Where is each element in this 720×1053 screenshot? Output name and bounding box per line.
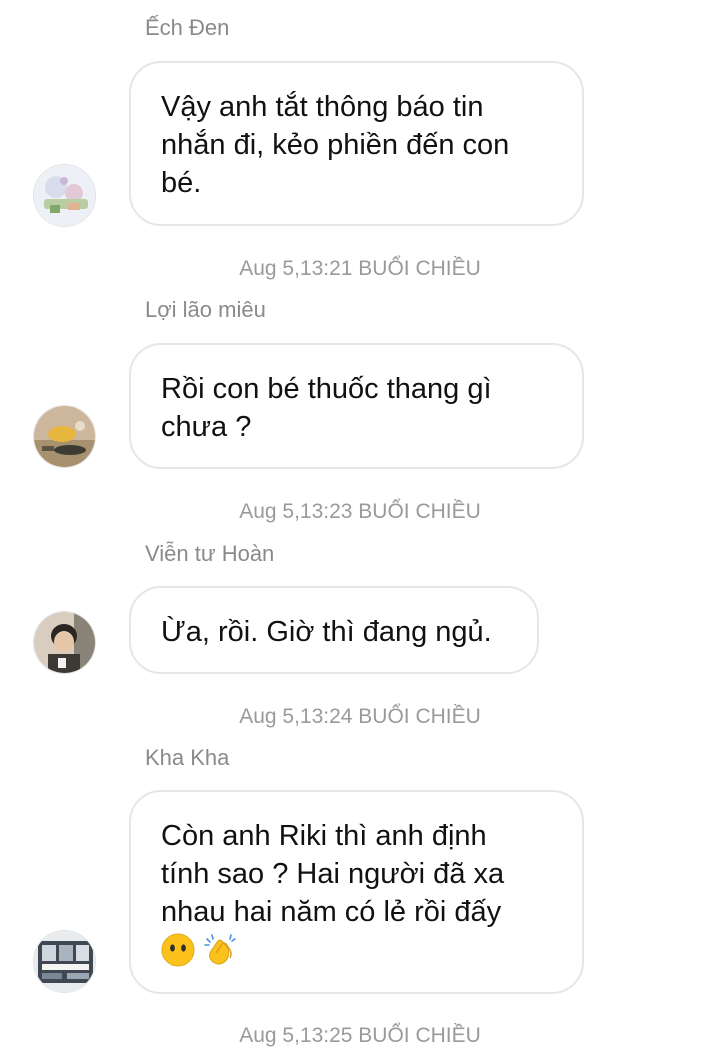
message-text: Ừa, rồi. Giờ thì đang ngủ. [161, 616, 492, 648]
message-bubble[interactable]: Rồi con bé thuốc thang gì chưa ? [129, 343, 584, 469]
message-timestamp: Aug 5,13:23 BUỔI CHIỀU [239, 500, 481, 523]
avatar[interactable] [33, 611, 96, 674]
avatar-ech-den [34, 165, 95, 226]
emoji-row [161, 933, 552, 967]
avatar-vien-tu-hoan [34, 612, 95, 673]
message-timestamp: Aug 5,13:24 BUỔI CHIỀU [239, 705, 481, 728]
avatar-kha-kha [34, 931, 95, 992]
avatar[interactable] [33, 164, 96, 227]
sender-name: Ếch Đen [145, 15, 230, 40]
message-timestamp: Aug 5,13:21 BUỔI CHIỀU [239, 257, 481, 280]
sender-name: Viễn tư Hoàn [145, 541, 275, 566]
message-bubble[interactable]: Ừa, rồi. Giờ thì đang ngủ. [129, 586, 539, 674]
message-bubble[interactable]: Còn anh Riki thì anh định tính sao ? Hai… [129, 790, 584, 994]
avatar-loi-lao-mieu [34, 406, 95, 467]
message-timestamp: Aug 5,13:25 BUỔI CHIỀU [239, 1024, 481, 1047]
message-bubble[interactable]: Vậy anh tắt thông báo tin nhắn đi, kẻo p… [129, 61, 584, 226]
message-text: Còn anh Riki thì anh định tính sao ? Hai… [161, 820, 505, 928]
no-mouth-face-icon [161, 933, 195, 967]
sender-name: Kha Kha [145, 745, 230, 770]
clapping-hands-icon [204, 934, 236, 965]
message-text: Rồi con bé thuốc thang gì chưa ? [161, 373, 492, 443]
sender-name: Lợi lão miêu [145, 297, 266, 322]
avatar[interactable] [33, 405, 96, 468]
avatar[interactable] [33, 930, 96, 993]
message-text: Vậy anh tắt thông báo tin nhắn đi, kẻo p… [161, 91, 510, 199]
